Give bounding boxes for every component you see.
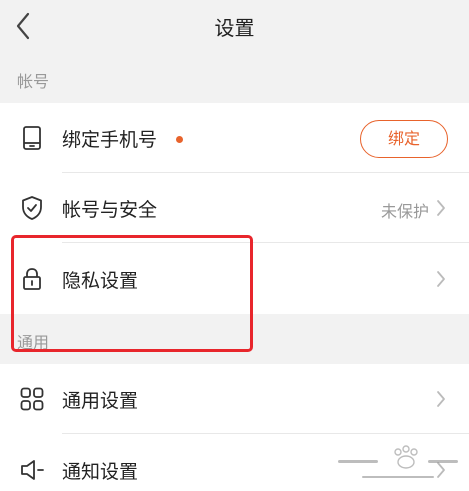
row-bind-phone[interactable]: 绑定手机号 绑定 <box>0 103 469 173</box>
header-bar: 设置 <box>0 0 469 52</box>
page-title: 设置 <box>214 16 255 40</box>
row-general-settings[interactable]: 通用设置 <box>0 364 469 434</box>
shield-check-icon <box>22 196 42 220</box>
lock-icon <box>23 268 41 290</box>
bind-button[interactable]: 绑定 <box>360 120 448 158</box>
row-label-account-security: 帐号与安全 <box>62 199 158 221</box>
badge-dot <box>176 136 183 143</box>
row-privacy-settings[interactable]: 隐私设置 <box>0 243 469 314</box>
phone-icon <box>23 126 41 150</box>
row-label-general-settings: 通用设置 <box>62 390 139 412</box>
section-label-account: 帐号 <box>17 72 50 91</box>
row-account-security[interactable]: 帐号与安全 未保护 <box>0 173 469 243</box>
row-label-notification-settings: 通知设置 <box>62 461 139 483</box>
row-label-privacy-settings: 隐私设置 <box>62 270 139 292</box>
chevron-right-icon <box>437 200 445 216</box>
grid-icon <box>20 387 44 411</box>
speaker-icon <box>21 460 44 480</box>
chevron-right-icon <box>437 391 445 407</box>
row-label-bind-phone: 绑定手机号 <box>62 129 158 151</box>
watermark-logo <box>338 445 458 478</box>
section-label-general: 通用 <box>17 333 50 352</box>
chevron-right-icon <box>437 271 445 287</box>
security-status: 未保护 <box>380 202 429 221</box>
